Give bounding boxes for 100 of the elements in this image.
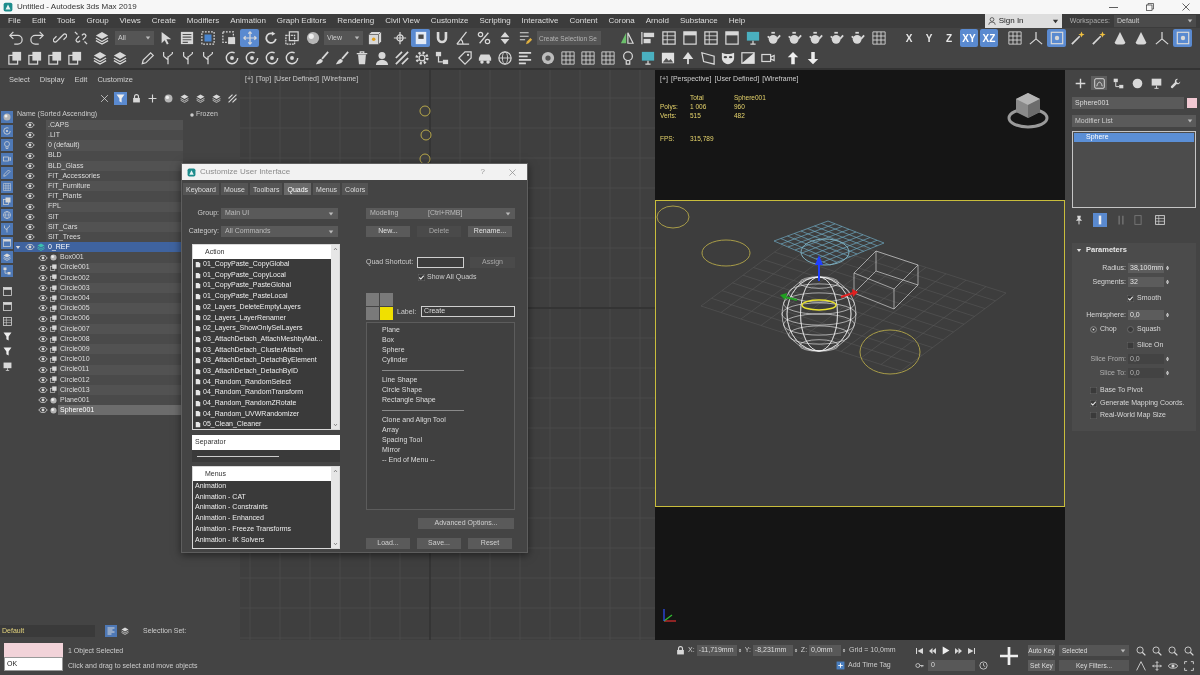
crosshair-icon[interactable] bbox=[392, 31, 407, 45]
pencil-icon[interactable] bbox=[141, 51, 155, 65]
tag-icon[interactable] bbox=[458, 51, 472, 65]
menu-item[interactable]: Arnold bbox=[645, 17, 669, 25]
menu-item[interactable]: Rendering bbox=[337, 17, 375, 25]
menu-item[interactable]: Tools bbox=[56, 17, 76, 25]
eye-icon[interactable] bbox=[25, 244, 35, 251]
lock-icon[interactable] bbox=[132, 93, 141, 103]
unlink-icon[interactable] bbox=[73, 31, 88, 45]
wedge-icon[interactable] bbox=[1136, 660, 1146, 671]
branch-icon[interactable] bbox=[161, 51, 175, 65]
teapot-icon[interactable] bbox=[787, 31, 802, 45]
teapot-icon[interactable] bbox=[808, 31, 823, 45]
branch-icon[interactable] bbox=[201, 51, 215, 65]
view-cube-icon[interactable] bbox=[1007, 90, 1049, 130]
plus-icon[interactable] bbox=[1000, 647, 1018, 665]
layers-icon[interactable] bbox=[93, 51, 107, 65]
trash-icon[interactable] bbox=[355, 51, 369, 65]
menu-item[interactable]: Customize bbox=[430, 17, 469, 25]
monitor-icon[interactable] bbox=[745, 31, 760, 45]
skip-start-icon[interactable] bbox=[915, 646, 924, 655]
overlapping-squares-icon[interactable] bbox=[8, 51, 22, 65]
menu-item[interactable]: Scripting bbox=[479, 17, 511, 25]
plus-icon[interactable] bbox=[1074, 77, 1086, 89]
skip-end-icon[interactable] bbox=[967, 646, 976, 655]
eye-icon[interactable] bbox=[38, 346, 48, 353]
align-icon[interactable] bbox=[640, 31, 655, 45]
window-icon[interactable] bbox=[2, 302, 12, 311]
arrow-up-icon[interactable] bbox=[681, 51, 695, 65]
eye-icon[interactable] bbox=[38, 274, 48, 281]
image-icon[interactable] bbox=[661, 51, 675, 65]
wheel-icon[interactable] bbox=[541, 51, 555, 65]
arrow-down-icon[interactable] bbox=[806, 51, 820, 65]
branch-icon[interactable] bbox=[181, 51, 195, 65]
link-icon[interactable] bbox=[52, 31, 67, 45]
filter-toggle[interactable] bbox=[1, 181, 13, 193]
spinner-arrows-icon[interactable] bbox=[737, 647, 742, 654]
eye-icon[interactable] bbox=[25, 173, 35, 180]
magnifier-icon[interactable] bbox=[1152, 645, 1162, 656]
checkbox[interactable] bbox=[1090, 387, 1097, 394]
window-icon[interactable] bbox=[724, 31, 739, 45]
grid-icon[interactable] bbox=[1007, 31, 1022, 45]
layers-icon[interactable] bbox=[94, 31, 109, 45]
menu-item[interactable]: Modifiers bbox=[186, 17, 220, 25]
magnifier-icon[interactable] bbox=[1168, 645, 1178, 656]
spinner-arrows-icon[interactable] bbox=[1165, 264, 1170, 272]
rewind-icon[interactable] bbox=[928, 646, 937, 655]
maximize-icon[interactable] bbox=[1184, 660, 1194, 671]
layers-icon[interactable] bbox=[180, 93, 189, 103]
filter-toggle[interactable] bbox=[1, 153, 13, 165]
filter-button[interactable] bbox=[114, 91, 127, 105]
filter-toggle[interactable] bbox=[1, 223, 13, 235]
filter-toggle[interactable] bbox=[1, 251, 13, 263]
layers-icon[interactable] bbox=[113, 51, 127, 65]
window-icon[interactable] bbox=[682, 31, 697, 45]
overlapping-squares-icon[interactable] bbox=[28, 51, 42, 65]
eye-icon[interactable] bbox=[38, 386, 48, 393]
teapot-icon[interactable] bbox=[850, 31, 865, 45]
filter-toggle[interactable] bbox=[1, 125, 13, 137]
axes-icon[interactable] bbox=[1154, 31, 1169, 45]
dashed-square-icon[interactable] bbox=[221, 31, 236, 45]
spinner-arrows-icon[interactable] bbox=[1165, 369, 1170, 377]
menu-item[interactable]: Group bbox=[86, 17, 109, 25]
magnet-icon[interactable] bbox=[434, 31, 449, 45]
spinner-arrows-icon[interactable] bbox=[842, 647, 847, 654]
grid-icon[interactable] bbox=[601, 51, 615, 65]
axes-icon[interactable] bbox=[1028, 31, 1043, 45]
window-icon[interactable] bbox=[2, 287, 12, 296]
cone-icon[interactable] bbox=[1112, 31, 1127, 45]
brush-icon[interactable] bbox=[315, 51, 329, 65]
teapot-icon[interactable] bbox=[829, 31, 844, 45]
spinner-arrows-icon[interactable] bbox=[1165, 311, 1170, 319]
eye-icon[interactable] bbox=[25, 203, 35, 210]
clear-icon[interactable] bbox=[100, 93, 109, 103]
eye-icon[interactable] bbox=[25, 152, 35, 159]
fast-forward-icon[interactable] bbox=[954, 646, 963, 655]
video-camera-icon[interactable] bbox=[761, 51, 775, 65]
filter-toggle[interactable] bbox=[1, 195, 13, 207]
eye-icon[interactable] bbox=[38, 336, 48, 343]
clock-icon[interactable] bbox=[979, 661, 988, 670]
radio-button[interactable] bbox=[1127, 325, 1134, 333]
squares-icon[interactable] bbox=[284, 31, 299, 45]
scrollbar[interactable] bbox=[331, 467, 339, 548]
grid-icon[interactable] bbox=[561, 51, 575, 65]
menu-item[interactable]: Animation bbox=[230, 17, 266, 25]
light-bulb-icon[interactable] bbox=[621, 51, 635, 65]
brush-icon[interactable] bbox=[335, 51, 349, 65]
axis-toggle[interactable]: Z bbox=[940, 29, 958, 47]
filter-toggle[interactable] bbox=[1, 209, 13, 221]
overlapping-squares-icon[interactable] bbox=[48, 51, 62, 65]
eye-icon[interactable] bbox=[38, 264, 48, 271]
color-swatch[interactable] bbox=[1187, 98, 1197, 108]
eye-icon[interactable] bbox=[25, 193, 35, 200]
triangle-down-icon[interactable] bbox=[1076, 247, 1082, 253]
table-icon[interactable] bbox=[661, 31, 676, 45]
eye-icon[interactable] bbox=[38, 366, 48, 373]
eye-icon[interactable] bbox=[25, 162, 35, 169]
funnel-icon[interactable] bbox=[2, 347, 12, 356]
triangle-down-icon[interactable] bbox=[15, 244, 21, 250]
shortcut-field[interactable] bbox=[417, 257, 464, 268]
